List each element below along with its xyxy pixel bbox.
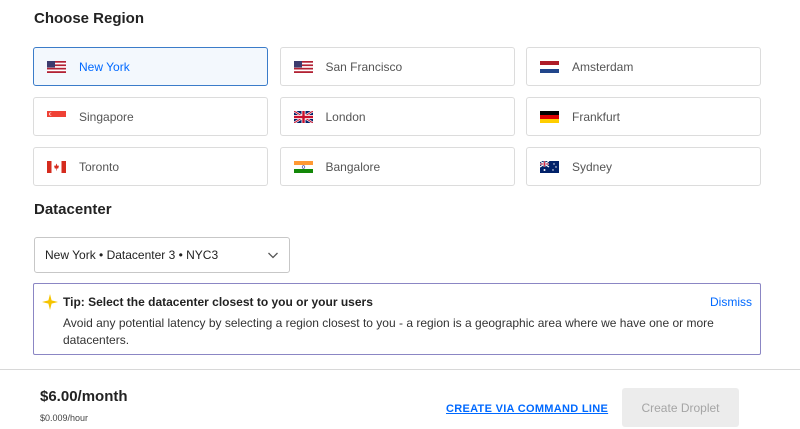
region-grid: New York San Francisco Amsterdam Singapo… <box>33 47 761 186</box>
region-option-frankfurt[interactable]: Frankfurt <box>526 97 761 136</box>
sparkle-icon <box>42 294 58 310</box>
hourly-price: $0.009/hour <box>40 413 89 423</box>
tip-body: Avoid any potential latency by selecting… <box>63 316 714 347</box>
monthly-price: $6.00/month <box>40 388 128 405</box>
region-option-toronto[interactable]: Toronto <box>33 147 268 186</box>
region-label: London <box>325 109 366 124</box>
in-flag-icon <box>293 160 313 173</box>
region-label: San Francisco <box>325 59 403 74</box>
datacenter-title: Datacenter <box>34 201 112 218</box>
de-flag-icon <box>540 110 559 123</box>
region-option-sydney[interactable]: Sydney <box>526 147 761 186</box>
uk-flag-icon <box>293 110 313 123</box>
us-flag-icon <box>293 60 313 73</box>
region-label: Bangalore <box>325 159 381 174</box>
datacenter-select-value: New York • Datacenter 3 • NYC3 <box>45 248 219 262</box>
au-flag-icon <box>540 160 559 173</box>
region-label: Sydney <box>572 159 613 174</box>
region-option-amsterdam[interactable]: Amsterdam <box>526 47 761 86</box>
region-option-san-francisco[interactable]: San Francisco <box>279 47 515 86</box>
tip-box: Tip: Select the datacenter closest to yo… <box>33 283 761 355</box>
nl-flag-icon <box>540 60 559 73</box>
region-label: Amsterdam <box>572 59 634 74</box>
choose-region-title: Choose Region <box>34 10 145 27</box>
footer-divider <box>0 369 800 370</box>
create-via-command-line-link[interactable]: CREATE VIA COMMAND LINE <box>446 403 608 415</box>
region-option-new-york[interactable]: New York <box>33 47 268 86</box>
sg-flag-icon <box>47 110 66 123</box>
chevron-down-icon <box>268 252 278 259</box>
dismiss-link[interactable]: Dismiss <box>710 295 752 309</box>
ca-flag-icon <box>47 160 66 173</box>
region-label: Toronto <box>79 159 120 174</box>
create-droplet-button[interactable]: Create Droplet <box>622 388 739 427</box>
region-option-singapore[interactable]: Singapore <box>33 97 268 136</box>
region-option-bangalore[interactable]: Bangalore <box>279 147 515 186</box>
tip-title: Tip: Select the datacenter closest to yo… <box>63 295 373 309</box>
us-flag-icon <box>47 60 66 73</box>
region-option-london[interactable]: London <box>279 97 515 136</box>
region-label: Singapore <box>79 109 134 124</box>
datacenter-select[interactable]: New York • Datacenter 3 • NYC3 <box>34 237 290 273</box>
region-label: Frankfurt <box>572 109 621 124</box>
region-label: New York <box>79 59 130 74</box>
